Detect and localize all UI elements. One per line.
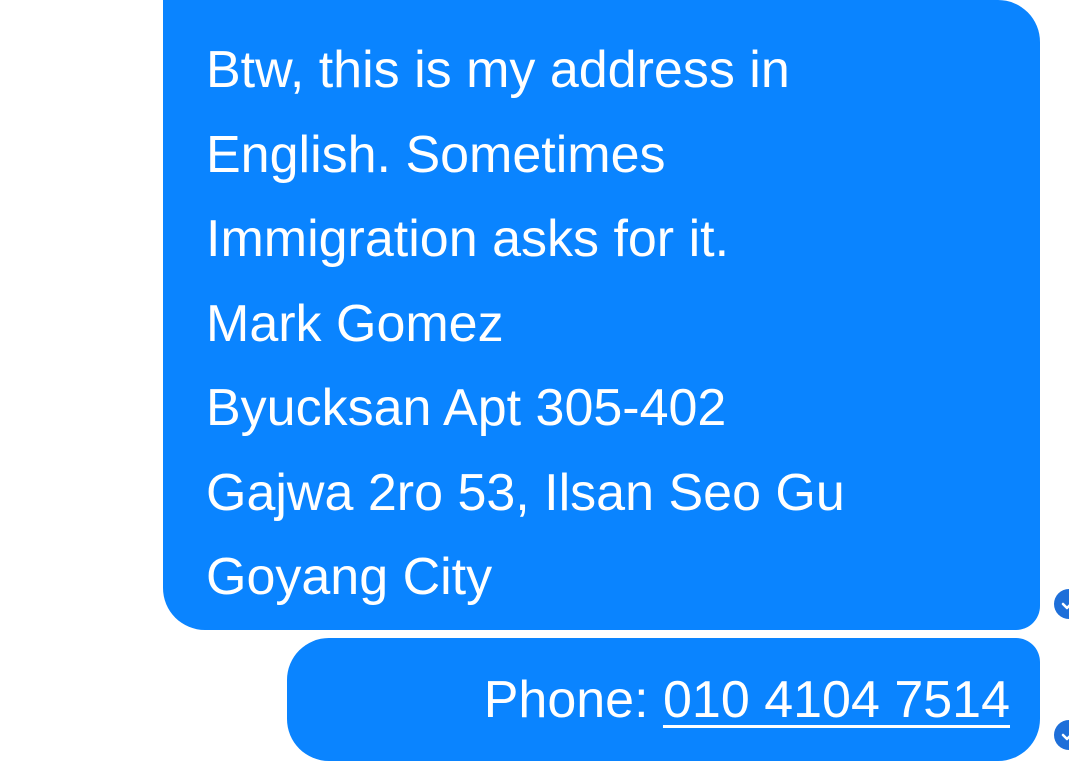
phone-label: Phone: [483, 670, 663, 729]
message-line: Goyang City [206, 548, 493, 606]
message-line: Byucksan Apt 305-402 [206, 379, 727, 437]
message-line: Mark Gomez [206, 294, 504, 353]
message-bubble-phone[interactable]: Phone: 010 4104 7514 [287, 638, 1040, 761]
message-line: Gajwa 2ro 53, Ilsan Seo Gu [206, 463, 845, 522]
delivered-check-icon [1054, 720, 1069, 750]
delivered-check-icon [1054, 589, 1069, 619]
message-line: Immigration asks for it. [206, 210, 730, 268]
conversation-view: Btw, this is my address in English. Some… [0, 0, 1069, 781]
message-bubble-address[interactable]: Btw, this is my address in English. Some… [163, 0, 1040, 630]
message-line: Btw, this is my address in [206, 41, 790, 99]
phone-number-link[interactable]: 010 4104 7514 [663, 671, 1010, 729]
message-line: English. Sometimes [206, 125, 666, 184]
phone-message-text: Phone: 010 4104 7514 [484, 670, 1010, 730]
